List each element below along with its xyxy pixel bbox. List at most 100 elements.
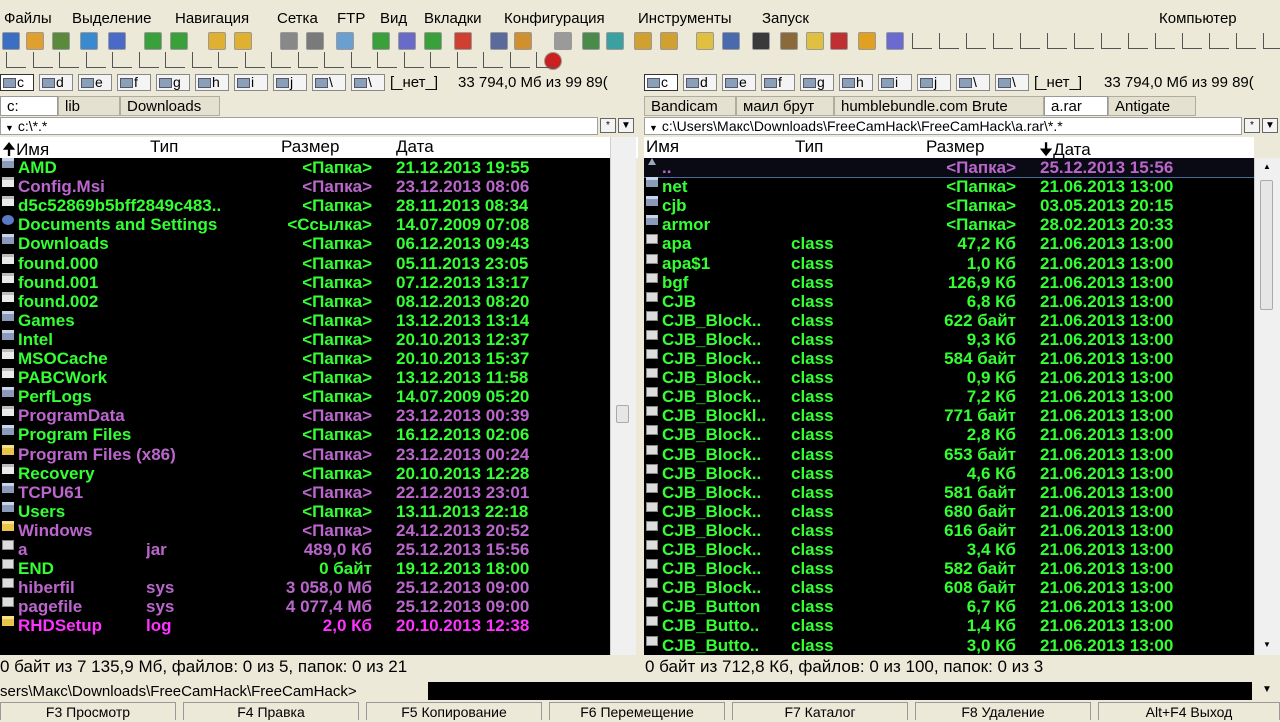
file-row[interactable]: CJB_Block.. class 653 байт 21.06.2013 13:00	[644, 444, 1254, 464]
right-hotlist-dropdown-icon[interactable]: ▼	[1262, 118, 1278, 133]
forward-icon[interactable]	[170, 32, 188, 50]
toolbar-empty-slot[interactable]	[32, 52, 53, 68]
file-row[interactable]: CJB_Block.. class 608 байт 21.06.2013 13:00	[644, 578, 1254, 597]
folder-open-icon[interactable]	[234, 32, 252, 50]
file-row[interactable]: hiberfil sys 3 058,0 Мб 25.12.2013 09:00	[0, 578, 610, 597]
undo-icon[interactable]	[454, 32, 472, 50]
left-header-type[interactable]: Тип	[150, 137, 178, 157]
file-row[interactable]: CJB_Blockl.. class 771 байт 21.06.2013 13:0…	[644, 406, 1254, 425]
toolbar-empty-slot[interactable]	[6, 52, 26, 68]
toolbar-empty-slot[interactable]	[165, 52, 185, 68]
menu-computer[interactable]: Компьютер	[1159, 10, 1237, 27]
toolbar-empty-slot[interactable]	[993, 33, 1013, 49]
globe-icon[interactable]	[80, 32, 98, 50]
left-file-list[interactable]: AMD <Папка> 21.12.2013 19:55 Config.Msi <Пап…	[0, 158, 610, 655]
toolbar-empty-slot[interactable]	[350, 52, 371, 68]
right-tab-mail-brute[interactable]: маил брут	[736, 96, 834, 116]
file-row[interactable]: Program Files <Папка> 16.12.2013 02:06	[0, 425, 610, 444]
search-icon[interactable]	[722, 32, 740, 50]
f6-move-button[interactable]: F6 Перемещение	[549, 702, 725, 720]
file-row[interactable]: CJB_Block.. class 0,9 Кб 21.06.2013 13:00	[644, 368, 1254, 387]
toolbar-empty-slot[interactable]	[1263, 33, 1280, 49]
file-row[interactable]: MSOCache <Папка> 20.10.2013 15:37	[0, 349, 610, 368]
drive-button[interactable]: i	[234, 74, 268, 91]
toolbar-empty-slot[interactable]	[297, 52, 318, 68]
toolbar-empty-slot[interactable]	[191, 52, 212, 68]
right-path-bar[interactable]: ▼ c:\Users\Макс\Downloads\FreeCamHack\Fr…	[644, 117, 1242, 135]
toolbar-empty-slot[interactable]	[244, 52, 265, 68]
left-scroll-thumb[interactable]	[616, 405, 629, 423]
file-row[interactable]: found.000 <Папка> 05.11.2013 23:05	[0, 253, 610, 273]
file-row[interactable]: armor <Папка> 28.02.2013 20:33	[644, 215, 1254, 234]
file-row[interactable]: cjb <Папка> 03.05.2013 20:15	[644, 196, 1254, 215]
drive-button[interactable]: c	[0, 74, 34, 91]
f8-delete-button[interactable]: F8 Удаление	[915, 702, 1091, 720]
file-row[interactable]: apa$1 class 1,0 Кб 21.06.2013 13:00	[644, 253, 1254, 273]
traffic-light-icon[interactable]	[752, 32, 770, 50]
menu-grid[interactable]: Сетка	[277, 10, 318, 27]
right-tab-humblebundle[interactable]: humblebundle.com Brute	[834, 96, 1044, 116]
menu-files[interactable]: Файлы	[4, 10, 52, 27]
file-row[interactable]: a jar 489,0 Кб 25.12.2013 15:56	[0, 540, 610, 559]
right-scrollbar[interactable]: ▲ ▼	[1254, 158, 1280, 655]
alt-f4-exit-button[interactable]: Alt+F4 Выход	[1098, 702, 1280, 720]
file-row[interactable]: d5c52869b5bff2849c483.. <Папка> 28.11.2013…	[0, 196, 610, 215]
drive-button[interactable]: g	[800, 74, 834, 91]
file-row[interactable]: RHDSetup log 2,0 Кб 20.10.2013 12:38	[0, 616, 610, 635]
file-row[interactable]: CJB_Block.. class 582 байт 21.06.2013 13:00	[644, 559, 1254, 578]
left-tab-c[interactable]: c:	[0, 96, 58, 116]
f4-edit-button[interactable]: F4 Правка	[183, 702, 359, 720]
right-scroll-thumb[interactable]	[1260, 180, 1273, 310]
file-row[interactable]: CJB_Block.. class 4,6 Кб 21.06.2013 13:00	[644, 463, 1254, 483]
menu-selection[interactable]: Выделение	[72, 10, 151, 27]
file-row[interactable]: CJB_Block.. class 584 байт 21.06.2013 13:00	[644, 349, 1254, 368]
edit-icon[interactable]	[780, 32, 798, 50]
right-file-list[interactable]: .. <Папка> 25.12.2013 15:56 net <Папка> 21.06…	[644, 158, 1254, 655]
toolbar-empty-slot[interactable]	[1182, 33, 1202, 49]
file-row[interactable]: CJB_Block.. class 581 байт 21.06.2013 13:00	[644, 482, 1254, 502]
smile-icon[interactable]	[858, 32, 876, 50]
drive-button[interactable]: i	[878, 74, 912, 91]
left-history-button[interactable]: *	[600, 118, 616, 133]
right-header-name[interactable]: Имя	[646, 137, 679, 157]
file-row[interactable]: CJB_Butto.. class 1,4 Кб 21.06.2013 13:00	[644, 616, 1254, 635]
right-tab-bandicam[interactable]: Bandicam	[644, 96, 736, 116]
file-row[interactable]: CJB_Block.. class 622 байт 21.06.2013 13:00	[644, 310, 1254, 330]
wrench-icon[interactable]	[280, 32, 298, 50]
file-row[interactable]: Config.Msi <Папка> 23.12.2013 08:06	[0, 177, 610, 196]
drive-button[interactable]: \	[351, 74, 385, 91]
file-row[interactable]: CJB_Block.. class 680 байт 21.06.2013 13:00	[644, 501, 1254, 521]
toolbar-empty-slot[interactable]	[536, 52, 556, 68]
file-row[interactable]: Documents and Settings <Ссылка> 14.07.2009…	[0, 215, 610, 234]
drive-button[interactable]: h	[195, 74, 229, 91]
file-row[interactable]: Users <Папка> 13.11.2013 22:18	[0, 501, 610, 521]
left-path-bar[interactable]: ▼ c:\*.*	[0, 117, 598, 135]
menu-configuration[interactable]: Конфигурация	[504, 10, 605, 27]
file-row[interactable]: CJB_Button class 6,7 Кб 21.06.2013 13:00	[644, 597, 1254, 616]
drive-button[interactable]: e	[722, 74, 756, 91]
file-row[interactable]: Windows <Папка> 24.12.2013 20:52	[0, 520, 610, 540]
right-tab-a-rar[interactable]: a.rar	[1044, 96, 1108, 116]
file-row[interactable]: CJB_Block.. class 9,3 Кб 21.06.2013 13:00	[644, 329, 1254, 349]
check-icon[interactable]	[424, 32, 442, 50]
f5-copy-button[interactable]: F5 Копирование	[366, 702, 542, 720]
file-row[interactable]: CJB_Block.. class 7,2 Кб 21.06.2013 13:00	[644, 387, 1254, 406]
right-history-button[interactable]: *	[1244, 118, 1260, 133]
file-row[interactable]: AMD <Папка> 21.12.2013 19:55	[0, 158, 610, 177]
right-tab-antigate[interactable]: Antigate	[1108, 96, 1196, 116]
file-row[interactable]: CJB_Block.. class 616 байт 21.06.2013 13:00	[644, 520, 1254, 540]
file-row[interactable]: Intel <Папка> 20.10.2013 12:37	[0, 329, 610, 349]
left-header-date[interactable]: Дата	[396, 137, 434, 157]
drive-button[interactable]: \	[995, 74, 1029, 91]
unlock-icon[interactable]	[660, 32, 678, 50]
file-row[interactable]: PerfLogs <Папка> 14.07.2009 05:20	[0, 387, 610, 406]
scroll-up-icon[interactable]: ▲	[1263, 162, 1271, 171]
toolbar-empty-slot[interactable]	[939, 33, 959, 49]
file-row[interactable]: PABCWork <Папка> 13.12.2013 11:58	[0, 368, 610, 387]
file-row[interactable]: Program Files (x86) <Папка> 23.12.2013 00:…	[0, 444, 610, 464]
file-row[interactable]: Downloads <Папка> 06.12.2013 09:43	[0, 234, 610, 253]
toolbar-empty-slot[interactable]	[59, 52, 79, 68]
file-row[interactable]: CJB_Block.. class 3,4 Кб 21.06.2013 13:00	[644, 540, 1254, 559]
toolbar-empty-slot[interactable]	[271, 52, 291, 68]
toolbar-empty-slot[interactable]	[1209, 33, 1229, 49]
